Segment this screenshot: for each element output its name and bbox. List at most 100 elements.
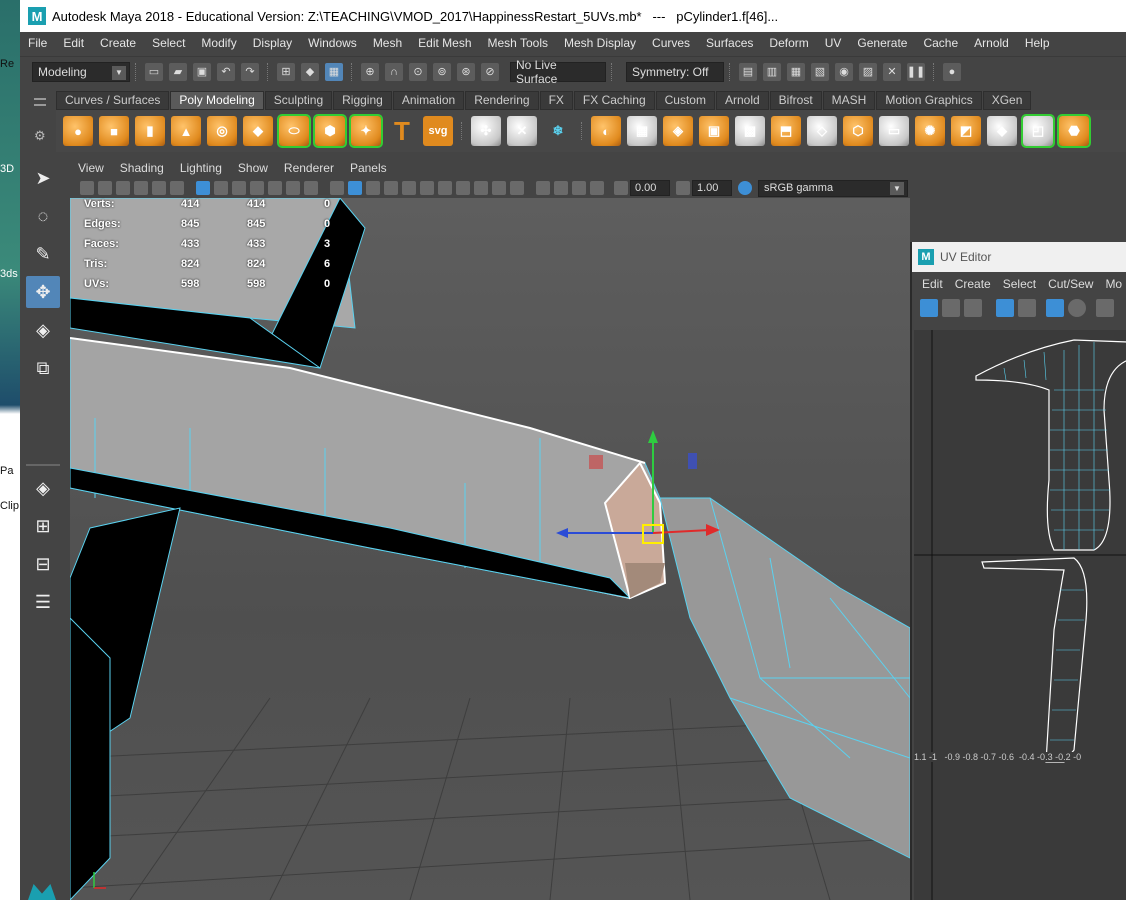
menu-help[interactable]: Help <box>1017 36 1058 50</box>
snap-surface-icon[interactable]: ⊛ <box>457 62 475 81</box>
lights-icon[interactable] <box>420 181 434 195</box>
snap-curve-icon[interactable]: ∩ <box>385 62 403 81</box>
gear-icon[interactable]: ⚙ <box>34 128 56 144</box>
move-y-arrow-icon[interactable] <box>648 430 658 443</box>
textured-icon[interactable] <box>402 181 416 195</box>
menu-arnold[interactable]: Arnold <box>966 36 1017 50</box>
panel-menu-renderer[interactable]: Renderer <box>276 161 342 175</box>
tab-mash[interactable]: MASH <box>822 91 876 110</box>
outliner-icon[interactable]: ☰ <box>26 586 60 618</box>
uv-checker-icon[interactable] <box>964 299 982 317</box>
combine-icon[interactable]: ◐ <box>591 116 621 146</box>
smooth-shade-icon[interactable] <box>348 181 362 195</box>
bevel-icon[interactable]: ⬡ <box>843 116 873 146</box>
select-tool-icon[interactable]: ➤ <box>26 162 60 194</box>
gamma-icon[interactable] <box>676 181 690 195</box>
tab-motion-graphics[interactable]: Motion Graphics <box>876 91 982 110</box>
redo-icon[interactable]: ↷ <box>241 62 259 81</box>
open-folder-icon[interactable]: ▰ <box>169 62 187 81</box>
freeze-transform-icon[interactable]: ✕ <box>507 116 537 146</box>
boolean-icon[interactable]: ▣ <box>699 116 729 146</box>
tab-arnold[interactable]: Arnold <box>715 91 769 110</box>
wireframe-icon[interactable] <box>330 181 344 195</box>
menu-edit[interactable]: Edit <box>55 36 92 50</box>
layout-four-icon[interactable]: ⊞ <box>26 510 60 542</box>
multi-cut-icon[interactable]: ✺ <box>915 116 945 146</box>
color-management-toggle[interactable] <box>738 181 752 195</box>
xray-active-icon[interactable] <box>590 181 604 195</box>
panel-menu-view[interactable]: View <box>70 161 112 175</box>
uv-canvas[interactable]: 1.1 -1 -0.9 -0.8 -0.7 -0.6 -0.4 -0.3 -0.… <box>914 330 1126 900</box>
panel-menu-lighting[interactable]: Lighting <box>172 161 230 175</box>
viewport-3d[interactable] <box>70 198 910 900</box>
menu-uv[interactable]: UV <box>817 36 850 50</box>
render-frame-icon[interactable]: ▥ <box>763 62 781 81</box>
snap-point-icon[interactable]: ⊙ <box>409 62 427 81</box>
uv-shade-icon[interactable] <box>1068 299 1086 317</box>
separate-icon[interactable]: ▦ <box>627 116 657 146</box>
camera-icon[interactable] <box>80 181 94 195</box>
tab-animation[interactable]: Animation <box>392 91 465 110</box>
menu-display[interactable]: Display <box>245 36 300 50</box>
panel-menu-show[interactable]: Show <box>230 161 276 175</box>
undo-icon[interactable]: ↶ <box>217 62 235 81</box>
user-icon[interactable]: ● <box>943 62 961 81</box>
uv-menu-select[interactable]: Select <box>997 277 1042 291</box>
uv-display-icon[interactable] <box>920 299 938 317</box>
mode-dropdown[interactable]: Modeling ▼ <box>32 61 130 82</box>
menu-curves[interactable]: Curves <box>644 36 698 50</box>
camera-attr-icon[interactable] <box>98 181 112 195</box>
lasso-tool-icon[interactable]: ◌ <box>26 200 60 232</box>
image-plane-icon[interactable] <box>134 181 148 195</box>
snap-pivot-icon[interactable]: ⊘ <box>481 62 499 81</box>
safe-title-icon[interactable] <box>304 181 318 195</box>
move-plane-handle-yz[interactable] <box>688 453 697 469</box>
xray-icon[interactable] <box>554 181 568 195</box>
menu-mesh-tools[interactable]: Mesh Tools <box>480 36 556 50</box>
uv-shell-icon[interactable] <box>942 299 960 317</box>
wireframe-on-shaded-icon[interactable] <box>384 181 398 195</box>
menu-edit-mesh[interactable]: Edit Mesh <box>410 36 479 50</box>
uv-pixel-snap-icon[interactable] <box>1018 299 1036 317</box>
2d-pan-icon[interactable] <box>152 181 166 195</box>
tab-poly-modeling[interactable]: Poly Modeling <box>170 91 264 110</box>
menu-generate[interactable]: Generate <box>849 36 915 50</box>
motion-blur-icon[interactable] <box>474 181 488 195</box>
mirror-icon[interactable]: ▩ <box>735 116 765 146</box>
ambient-occlusion-icon[interactable] <box>456 181 470 195</box>
live-surface-field[interactable]: No Live Surface <box>510 58 606 86</box>
center-pivot-icon[interactable]: ✣ <box>471 116 501 146</box>
menu-deform[interactable]: Deform <box>761 36 816 50</box>
platonic-solid-icon[interactable]: ⬢ <box>313 114 347 148</box>
new-scene-icon[interactable]: ▭ <box>145 62 163 81</box>
bridge-icon[interactable]: ◇ <box>807 116 837 146</box>
gamma-field[interactable]: 1.00 <box>692 180 732 196</box>
ipr-render-icon[interactable]: ▦ <box>787 62 805 81</box>
panel-menu-shading[interactable]: Shading <box>112 161 172 175</box>
layout-two-icon[interactable]: ⊟ <box>26 548 60 580</box>
uv-editor-icon[interactable]: ⬣ <box>1057 114 1091 148</box>
poly-torus-icon[interactable]: ◎ <box>207 116 237 146</box>
quad-draw-icon[interactable]: ◰ <box>1021 114 1055 148</box>
text-tool-icon[interactable]: T <box>387 116 417 146</box>
gate-mask-icon[interactable] <box>250 181 264 195</box>
tab-sculpting[interactable]: Sculpting <box>264 91 333 110</box>
smooth-icon[interactable]: ◈ <box>663 116 693 146</box>
render-view-icon[interactable]: ▤ <box>739 62 757 81</box>
render-settings-icon[interactable]: ▧ <box>811 62 829 81</box>
field-chart-icon[interactable] <box>268 181 282 195</box>
shelf-menu-icon[interactable] <box>34 98 46 106</box>
anti-aliasing-icon[interactable] <box>492 181 506 195</box>
poly-cube-icon[interactable]: ■ <box>99 116 129 146</box>
grease-pencil-icon[interactable] <box>170 181 184 195</box>
uv-menu-edit[interactable]: Edit <box>916 277 949 291</box>
render-setup-icon[interactable]: ▨ <box>859 62 877 81</box>
move-tool-icon[interactable]: ✥ <box>26 276 60 308</box>
shadows-icon[interactable] <box>438 181 452 195</box>
isolate-select-icon[interactable] <box>536 181 550 195</box>
exposure-icon[interactable] <box>614 181 628 195</box>
menu-select[interactable]: Select <box>144 36 193 50</box>
grid-icon[interactable] <box>196 181 210 195</box>
resolution-gate-icon[interactable] <box>232 181 246 195</box>
save-icon[interactable]: ▣ <box>193 62 211 81</box>
